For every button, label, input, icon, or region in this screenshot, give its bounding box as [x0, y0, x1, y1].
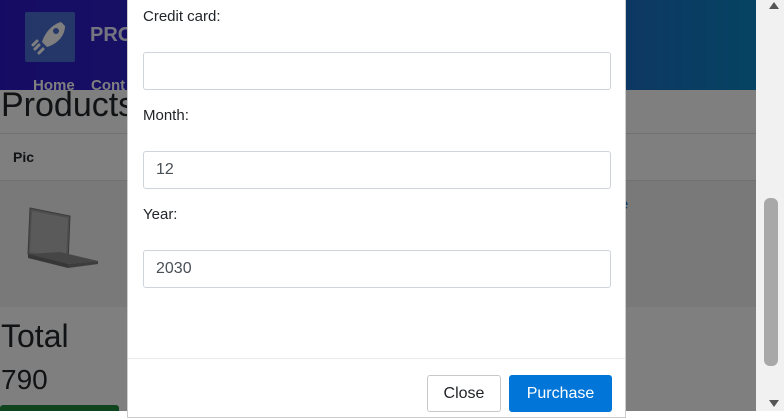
purchase-button[interactable]: Purchase	[509, 375, 612, 412]
scroll-up-icon[interactable]	[769, 2, 779, 9]
close-button[interactable]: Close	[427, 375, 501, 412]
scrollbar-thumb[interactable]	[764, 198, 778, 366]
month-label: Month:	[143, 107, 189, 124]
month-input[interactable]	[143, 151, 611, 189]
modal-footer-divider	[128, 358, 625, 359]
scroll-down-icon[interactable]	[769, 400, 779, 407]
year-label: Year:	[143, 206, 178, 223]
credit-card-label: Credit card:	[143, 8, 221, 25]
credit-card-input[interactable]	[143, 52, 611, 90]
year-input[interactable]	[143, 250, 611, 288]
order-modal: Credit card: Month: Year: Close Purchase	[127, 0, 626, 418]
